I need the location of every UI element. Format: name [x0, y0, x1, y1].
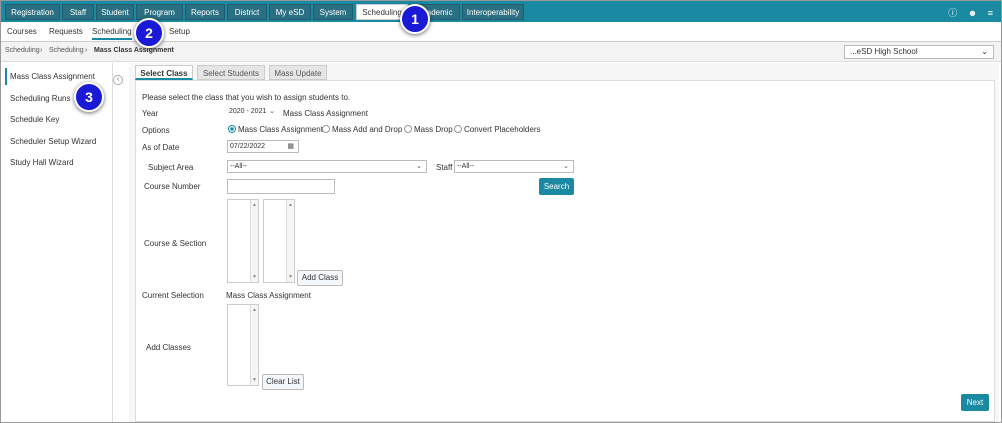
menu-icon[interactable]: ≡ [988, 8, 993, 18]
current-selection-label: Current Selection [142, 291, 204, 300]
sidebar-item-schedule-key[interactable]: Schedule Key [10, 115, 59, 124]
year-select[interactable]: 2020 - 2021 ⌄ [227, 106, 279, 119]
next-button[interactable]: Next [961, 394, 989, 411]
scroll-up-icon[interactable]: ▲ [252, 202, 257, 208]
course-section-label: Course & Section [144, 239, 207, 248]
step-marker-3: 3 [74, 82, 104, 112]
option-label: Mass Drop [414, 125, 453, 134]
tab-mass-update[interactable]: Mass Update [269, 65, 327, 80]
staff-select[interactable]: --All-- ⌄ [454, 160, 574, 173]
select-class-panel: Please select the class that you wish to… [135, 80, 995, 422]
option-mass-drop[interactable]: Mass Drop [404, 124, 453, 134]
sidebar-item-study-hall-wizard[interactable]: Study Hall Wizard [10, 158, 74, 167]
instruction-text: Please select the class that you wish to… [142, 93, 351, 102]
add-classes-listbox[interactable]: ▲ ▼ [227, 304, 259, 386]
year-note: Mass Class Assignment [283, 109, 368, 118]
option-mass-class-assignment[interactable]: Mass Class Assignment [228, 124, 323, 134]
radio-icon [454, 124, 462, 133]
scrollbar[interactable]: ▲ ▼ [250, 305, 258, 385]
tab-district[interactable]: District [227, 4, 267, 20]
option-mass-add-and-drop[interactable]: Mass Add and Drop [322, 124, 403, 134]
breadcrumb-separator-icon: › [85, 47, 88, 54]
as-of-date-value: 07/22/2022 [230, 143, 266, 150]
step-marker-2: 2 [134, 18, 164, 48]
school-select[interactable]: ...eSD High School ⌄ [844, 45, 994, 59]
sidebar: Mass Class Assignment Scheduling Runs Sc… [1, 63, 113, 422]
step-marker-1: 1 [400, 4, 430, 34]
chevron-down-icon: ⌄ [269, 108, 275, 115]
year-select-value: 2020 - 2021 [229, 108, 267, 115]
sidebar-active-indicator [5, 68, 7, 85]
sidebar-item-scheduler-setup-wizard[interactable]: Scheduler Setup Wizard [10, 137, 96, 146]
option-convert-placeholders[interactable]: Convert Placeholders [454, 124, 541, 134]
school-select-value: ...eSD High School [850, 47, 918, 56]
help-icon[interactable]: ⓘ [948, 6, 957, 19]
chevron-down-icon: ⌄ [981, 47, 988, 56]
radio-icon [322, 124, 330, 133]
scroll-down-icon[interactable]: ▼ [252, 377, 257, 383]
section-listbox[interactable]: ▲ ▼ [263, 199, 295, 283]
subject-area-select[interactable]: --All-- ⌄ [227, 160, 427, 173]
scroll-down-icon[interactable]: ▼ [252, 274, 257, 280]
tab-my-esd[interactable]: My eSD [269, 4, 311, 20]
course-number-input[interactable] [227, 179, 335, 194]
tab-registration[interactable]: Registration [5, 4, 60, 20]
add-class-button[interactable]: Add Class [297, 270, 343, 286]
scroll-down-icon[interactable]: ▼ [288, 274, 293, 280]
chevron-down-icon: ⌄ [563, 163, 569, 170]
tab-select-students[interactable]: Select Students [197, 65, 265, 80]
breadcrumb-current: Mass Class Assignment [94, 47, 174, 54]
scrollbar[interactable]: ▲ ▼ [286, 200, 294, 282]
staff-label: Staff [436, 163, 453, 172]
current-selection-value: Mass Class Assignment [226, 291, 311, 300]
sidebar-item-scheduling-runs[interactable]: Scheduling Runs [10, 94, 70, 103]
subnav-courses[interactable]: Courses [7, 27, 37, 36]
staff-value: --All-- [457, 163, 475, 170]
calendar-icon[interactable]: ▦ [287, 141, 294, 152]
search-button[interactable]: Search [539, 178, 574, 195]
option-label: Mass Class Assignment [238, 125, 323, 134]
scrollbar[interactable]: ▲ ▼ [250, 200, 258, 282]
scroll-up-icon[interactable]: ▲ [288, 202, 293, 208]
subnav-requests[interactable]: Requests [49, 27, 83, 36]
subject-area-value: --All-- [230, 163, 248, 170]
course-listbox[interactable]: ▲ ▼ [227, 199, 259, 283]
chevron-down-icon: ⌄ [416, 163, 422, 170]
tab-select-class[interactable]: Select Class [135, 65, 193, 80]
user-icon[interactable]: ☻ [968, 8, 977, 18]
radio-icon [404, 124, 412, 133]
as-of-date-input[interactable]: 07/22/2022 ▦ [227, 140, 299, 153]
collapse-sidebar-icon[interactable]: ‹ [113, 75, 123, 85]
as-of-date-label: As of Date [142, 143, 180, 152]
main-content: Select Class Select Students Mass Update… [129, 63, 999, 422]
tab-student[interactable]: Student [96, 4, 134, 20]
breadcrumb-item[interactable]: Scheduling [49, 47, 84, 54]
breadcrumb-item[interactable]: Scheduling [5, 47, 40, 54]
option-label: Convert Placeholders [464, 125, 541, 134]
radio-selected-icon [228, 124, 236, 133]
top-icons: ⓘ ☻ ≡ [940, 6, 993, 19]
clear-list-button[interactable]: Clear List [262, 374, 304, 390]
option-label: Mass Add and Drop [332, 125, 403, 134]
subnav-scheduling[interactable]: Scheduling [92, 27, 132, 40]
tab-program[interactable]: Program [136, 4, 183, 20]
tab-staff[interactable]: Staff [62, 4, 94, 20]
subject-area-label: Subject Area [148, 163, 194, 172]
tab-interoperability[interactable]: Interoperability [462, 4, 524, 20]
tab-system[interactable]: System [313, 4, 353, 20]
subnav-setup[interactable]: Setup [169, 27, 190, 36]
breadcrumb-separator-icon: › [40, 47, 43, 54]
options-label: Options [142, 126, 170, 135]
sidebar-item-mass-class-assignment[interactable]: Mass Class Assignment [10, 72, 95, 81]
year-label: Year [142, 109, 159, 118]
tab-reports[interactable]: Reports [185, 4, 225, 20]
add-classes-label: Add Classes [146, 343, 191, 352]
course-number-label: Course Number [144, 182, 201, 191]
scroll-up-icon[interactable]: ▲ [252, 307, 257, 313]
